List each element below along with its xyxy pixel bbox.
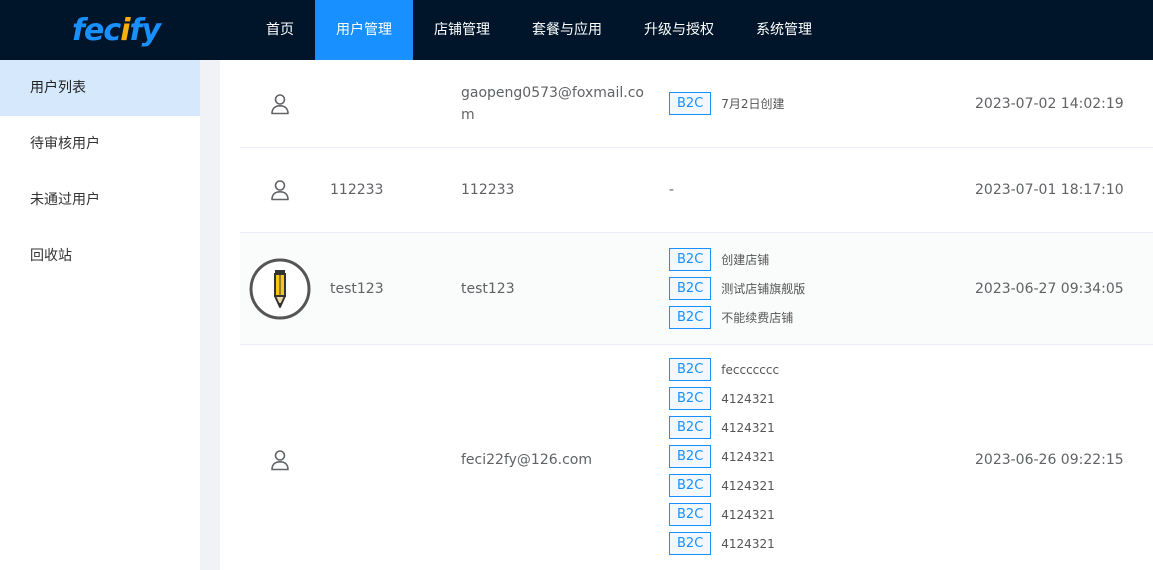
- user-name: [330, 60, 450, 147]
- shop-tag-item: B2C 创建店铺: [669, 247, 769, 272]
- shop-name[interactable]: 4124321: [721, 421, 774, 435]
- pencil-avatar-icon: [249, 258, 311, 319]
- shop-name[interactable]: 4124321: [721, 392, 774, 406]
- shop-tag-item: B2C 4124321: [669, 415, 775, 440]
- shop-name[interactable]: 测试店铺旗舰版: [721, 280, 805, 297]
- created-time: 2023-06-27 09:34:05: [975, 280, 1124, 297]
- shop-type-tag: B2C: [669, 248, 712, 271]
- table-row: feci22fy@126.com B2C feccccccc B2C 41243…: [240, 345, 1153, 570]
- avatar: [240, 148, 320, 232]
- shop-name[interactable]: 7月2日创建: [721, 95, 784, 112]
- shop-type-tag: B2C: [669, 358, 712, 381]
- table-row: 112233 112233 - 2023-07-01 18:17:10: [240, 148, 1153, 233]
- shop-tags: -: [669, 148, 959, 232]
- empty-shops-placeholder: -: [669, 182, 675, 198]
- user-email: 112233: [461, 182, 515, 198]
- avatar: [240, 345, 320, 570]
- user-table: gaopeng0573@foxmail.com B2C 7月2日创建 2023-…: [240, 60, 1153, 570]
- shop-type-tag: B2C: [669, 92, 712, 115]
- created-time: 2023-07-01 18:17:10: [975, 182, 1124, 198]
- user-name: 112233: [330, 182, 384, 198]
- shop-name[interactable]: feccccccc: [721, 363, 779, 377]
- shop-tag-item: B2C 4124321: [669, 386, 775, 411]
- nav-item-upgrade-license[interactable]: 升级与授权: [623, 0, 735, 60]
- shop-tags: B2C feccccccc B2C 4124321 B2C 4124321 B2…: [669, 345, 959, 570]
- shop-tag-item: B2C 4124321: [669, 473, 775, 498]
- user-outline-icon: [271, 93, 289, 114]
- nav-item-system-management[interactable]: 系统管理: [735, 0, 833, 60]
- nav-item-plans-apps[interactable]: 套餐与应用: [511, 0, 623, 60]
- user-outline-icon: [271, 450, 289, 471]
- shop-type-tag: B2C: [669, 503, 712, 526]
- sidebar-item-user-list[interactable]: 用户列表: [0, 60, 200, 116]
- avatar: [240, 60, 320, 147]
- shop-tag-item: B2C 4124321: [669, 502, 775, 527]
- shop-name[interactable]: 4124321: [721, 508, 774, 522]
- user-email: gaopeng0573@foxmail.com: [461, 84, 644, 123]
- user-name: [330, 345, 450, 570]
- created-time: 2023-07-02 14:02:19: [975, 95, 1124, 112]
- avatar: [240, 233, 320, 344]
- shop-name[interactable]: 4124321: [721, 450, 774, 464]
- content-gutter: [200, 60, 220, 570]
- shop-tag-item: B2C feccccccc: [669, 357, 779, 382]
- shop-name[interactable]: 创建店铺: [721, 251, 769, 268]
- shop-name[interactable]: 不能续费店铺: [721, 309, 793, 326]
- shop-name[interactable]: 4124321: [721, 537, 774, 551]
- shop-name[interactable]: 4124321: [721, 479, 774, 493]
- main-nav: 首页 用户管理 店铺管理 套餐与应用 升级与授权 系统管理: [245, 0, 833, 60]
- nav-item-home[interactable]: 首页: [245, 0, 315, 60]
- shop-tags: B2C 创建店铺 B2C 测试店铺旗舰版 B2C 不能续费店铺: [669, 233, 959, 344]
- table-row: gaopeng0573@foxmail.com B2C 7月2日创建 2023-…: [240, 60, 1153, 148]
- shop-type-tag: B2C: [669, 474, 712, 497]
- shop-tag-item: B2C 测试店铺旗舰版: [669, 276, 805, 301]
- shop-tag-item: B2C 4124321: [669, 531, 775, 556]
- nav-item-user-management[interactable]: 用户管理: [315, 0, 413, 60]
- shop-type-tag: B2C: [669, 387, 712, 410]
- user-name: test123: [330, 280, 384, 297]
- shop-type-tag: B2C: [669, 445, 712, 468]
- user-email: feci22fy@126.com: [461, 452, 592, 468]
- created-time: 2023-06-26 09:22:15: [975, 452, 1124, 468]
- top-navbar: fecify 首页 用户管理 店铺管理 套餐与应用 升级与授权 系统管理: [0, 0, 1153, 60]
- shop-tag-item: B2C 4124321: [669, 444, 775, 469]
- sidebar-item-rejected-users[interactable]: 未通过用户: [0, 172, 200, 228]
- shop-type-tag: B2C: [669, 416, 712, 439]
- sidebar-item-pending-users[interactable]: 待审核用户: [0, 116, 200, 172]
- logo-text: fecify: [72, 12, 161, 48]
- shop-tag-item: B2C 7月2日创建: [669, 91, 785, 116]
- shop-type-tag: B2C: [669, 532, 712, 555]
- logo[interactable]: fecify: [72, 10, 161, 50]
- table-row: test123 test123 B2C 创建店铺 B2C 测试店铺旗舰版 B2C…: [240, 233, 1153, 345]
- shop-tag-item: B2C 不能续费店铺: [669, 305, 793, 330]
- shop-tags: B2C 7月2日创建: [669, 60, 959, 147]
- sidebar-item-recycle-bin[interactable]: 回收站: [0, 228, 200, 284]
- shop-type-tag: B2C: [669, 306, 712, 329]
- sidebar: 用户列表 待审核用户 未通过用户 回收站: [0, 60, 200, 570]
- main-content: gaopeng0573@foxmail.com B2C 7月2日创建 2023-…: [220, 60, 1153, 570]
- user-email: test123: [461, 280, 515, 297]
- nav-item-shop-management[interactable]: 店铺管理: [413, 0, 511, 60]
- shop-type-tag: B2C: [669, 277, 712, 300]
- user-outline-icon: [271, 180, 289, 201]
